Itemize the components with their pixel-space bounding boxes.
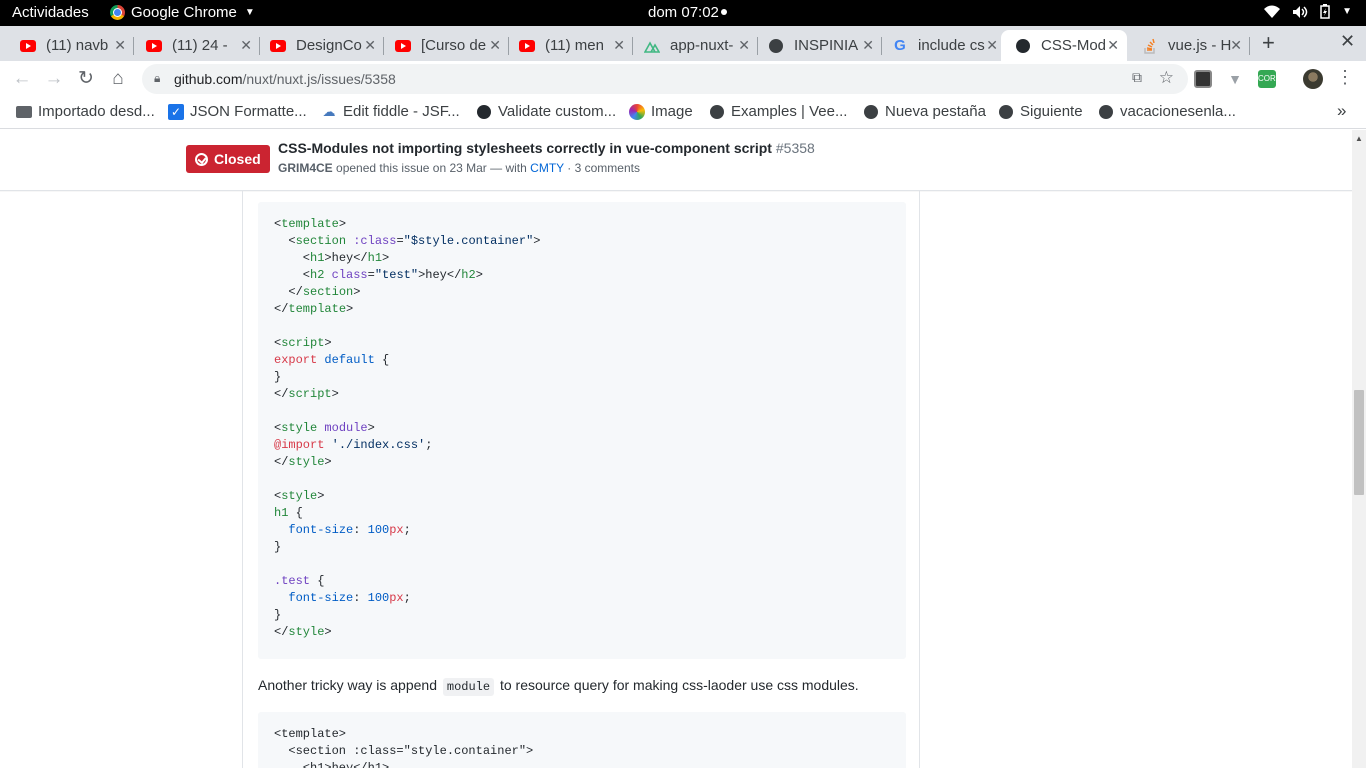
tab-active[interactable]: CSS-Mod ✕ — [1001, 30, 1127, 61]
tab[interactable]: INSPINIA ✕ — [748, 30, 882, 61]
close-tab-icon[interactable]: ✕ — [986, 37, 998, 54]
new-tab-button[interactable]: + — [1262, 30, 1275, 56]
scroll-up-icon[interactable]: ▲ — [1355, 134, 1363, 143]
bookmark-item[interactable]: Image — [629, 103, 693, 120]
close-tab-icon[interactable]: ✕ — [1107, 37, 1119, 54]
extension-grid-icon[interactable] — [1194, 70, 1212, 88]
issue-closed-icon — [195, 152, 208, 166]
app-name: Google Chrome — [131, 4, 237, 21]
vue-devtools-icon[interactable]: ▼ — [1226, 70, 1244, 88]
github-icon — [476, 104, 492, 120]
code-block: <template> <section :class="$style.conta… — [258, 202, 906, 659]
youtube-icon — [20, 38, 36, 54]
caret-down-icon: ▼ — [244, 7, 255, 18]
page-scrollbar[interactable]: ▲ — [1352, 130, 1366, 768]
bookmarks-bar: Importado desd... ✓ JSON Formatte... ☁ Edi… — [0, 97, 1366, 129]
bookmark-item[interactable]: Nueva pestaña — [863, 103, 986, 120]
status-badge: Closed — [186, 145, 270, 173]
close-window-icon[interactable]: ✕ — [1340, 31, 1355, 52]
issue-sticky-header: Closed CSS-Modules not importing stylesh… — [0, 130, 1352, 191]
youtube-icon — [395, 38, 411, 54]
youtube-icon — [270, 38, 286, 54]
scrollbar-thumb[interactable] — [1354, 390, 1364, 495]
avatar[interactable] — [1303, 69, 1323, 89]
system-status-area[interactable]: ▼ — [1264, 4, 1352, 19]
cors-extension-icon[interactable]: CORS — [1258, 70, 1281, 88]
bookmark-item[interactable]: Validate custom... — [476, 103, 616, 120]
close-tab-icon[interactable]: ✕ — [1230, 37, 1242, 54]
issue-meta: GRIM4CE opened this issue on 23 Mar — wi… — [278, 161, 640, 175]
google-icon: G — [894, 37, 906, 54]
code-block: <template> <section :class="style.contai… — [258, 712, 906, 768]
comment-body: <template> <section :class="$style.conta… — [242, 191, 920, 768]
youtube-icon — [519, 38, 535, 54]
bookmark-item[interactable]: vacacionesenla... — [1098, 103, 1236, 120]
color-wheel-icon — [629, 103, 645, 120]
globe-icon — [709, 104, 725, 120]
url-text[interactable]: github.com/nuxt/nuxt.js/issues/5358 — [174, 71, 396, 87]
tab[interactable]: (11) navb ✕ — [0, 30, 134, 61]
translate-icon[interactable]: ⧉ — [1132, 69, 1142, 86]
notification-dot-icon — [720, 9, 727, 15]
clock-text: dom 07:02 — [648, 4, 719, 21]
lock-icon[interactable]: 🔒︎ — [154, 71, 160, 86]
stackoverflow-icon — [1142, 38, 1158, 54]
github-icon — [1015, 38, 1031, 54]
browser-toolbar: ← → ↻ ⌂ 🔒︎ github.com/nuxt/nuxt.js/issue… — [0, 61, 1366, 97]
wifi-icon — [1264, 5, 1281, 18]
bookmark-item[interactable]: Siguiente — [998, 103, 1083, 120]
globe-icon — [863, 104, 879, 120]
page-content: Closed CSS-Modules not importing stylesh… — [0, 130, 1352, 768]
tab[interactable]: vue.js - H ✕ — [1122, 30, 1250, 61]
tab[interactable]: (11) 24 - ✕ — [126, 30, 260, 61]
bookmark-item[interactable]: Examples | Vee... — [709, 103, 847, 120]
checkbox-icon: ✓ — [168, 103, 184, 120]
forward-button[interactable]: → — [42, 67, 66, 91]
more-bookmarks-icon[interactable]: » — [1337, 101, 1346, 121]
jsfiddle-icon: ☁ — [322, 103, 336, 119]
page-title: CSS-Modules not importing stylesheets co… — [278, 140, 815, 156]
clock[interactable]: dom 07:02 — [648, 4, 727, 21]
bookmark-item[interactable]: ☁ Edit fiddle - JSF... — [321, 103, 460, 120]
globe-icon — [1098, 104, 1114, 120]
browser-menu-icon[interactable]: ⋮ — [1336, 67, 1354, 88]
tab-strip: (11) navb ✕ (11) 24 - ✕ DesignCo ✕ [Curs… — [0, 26, 1366, 61]
tab[interactable]: app-nuxt- ✕ — [624, 30, 758, 61]
tab[interactable]: [Curso de ✕ — [375, 30, 509, 61]
back-button[interactable]: ← — [10, 67, 34, 91]
system-menu-caret-icon: ▼ — [1342, 6, 1352, 17]
volume-icon — [1293, 5, 1308, 18]
bookmark-item[interactable]: Importado desd... — [16, 103, 155, 120]
chrome-icon — [110, 5, 125, 20]
address-bar[interactable]: 🔒︎ github.com/nuxt/nuxt.js/issues/5358 ⧉… — [142, 64, 1188, 94]
folder-icon — [16, 104, 32, 120]
comment-text: Another tricky way is append module to r… — [258, 677, 859, 696]
battery-icon — [1320, 4, 1330, 19]
close-tab-icon[interactable]: ✕ — [114, 37, 126, 54]
author-link[interactable]: GRIM4CE — [278, 161, 333, 175]
globe-icon — [998, 104, 1014, 120]
bookmark-item[interactable]: ✓ JSON Formatte... — [168, 103, 307, 120]
system-top-bar: Actividades Google Chrome ▼ dom 07:02 ▼ — [0, 0, 1366, 26]
tab[interactable]: DesignCo ✕ — [250, 30, 384, 61]
issue-number: #5358 — [775, 140, 815, 156]
cmty-link[interactable]: CMTY — [530, 161, 564, 175]
tab[interactable]: G include cs ✕ — [872, 30, 1006, 61]
activities-button[interactable]: Actividades — [12, 4, 89, 21]
app-menu[interactable]: Google Chrome ▼ — [110, 4, 255, 21]
nuxt-icon — [644, 38, 660, 54]
tab[interactable]: (11) men ✕ — [499, 30, 633, 61]
youtube-icon — [146, 38, 162, 54]
home-button[interactable]: ⌂ — [106, 67, 130, 91]
reload-button[interactable]: ↻ — [74, 67, 98, 91]
bookmark-star-icon[interactable]: ☆ — [1159, 68, 1174, 88]
globe-icon — [768, 38, 784, 54]
inline-code: module — [442, 678, 495, 696]
